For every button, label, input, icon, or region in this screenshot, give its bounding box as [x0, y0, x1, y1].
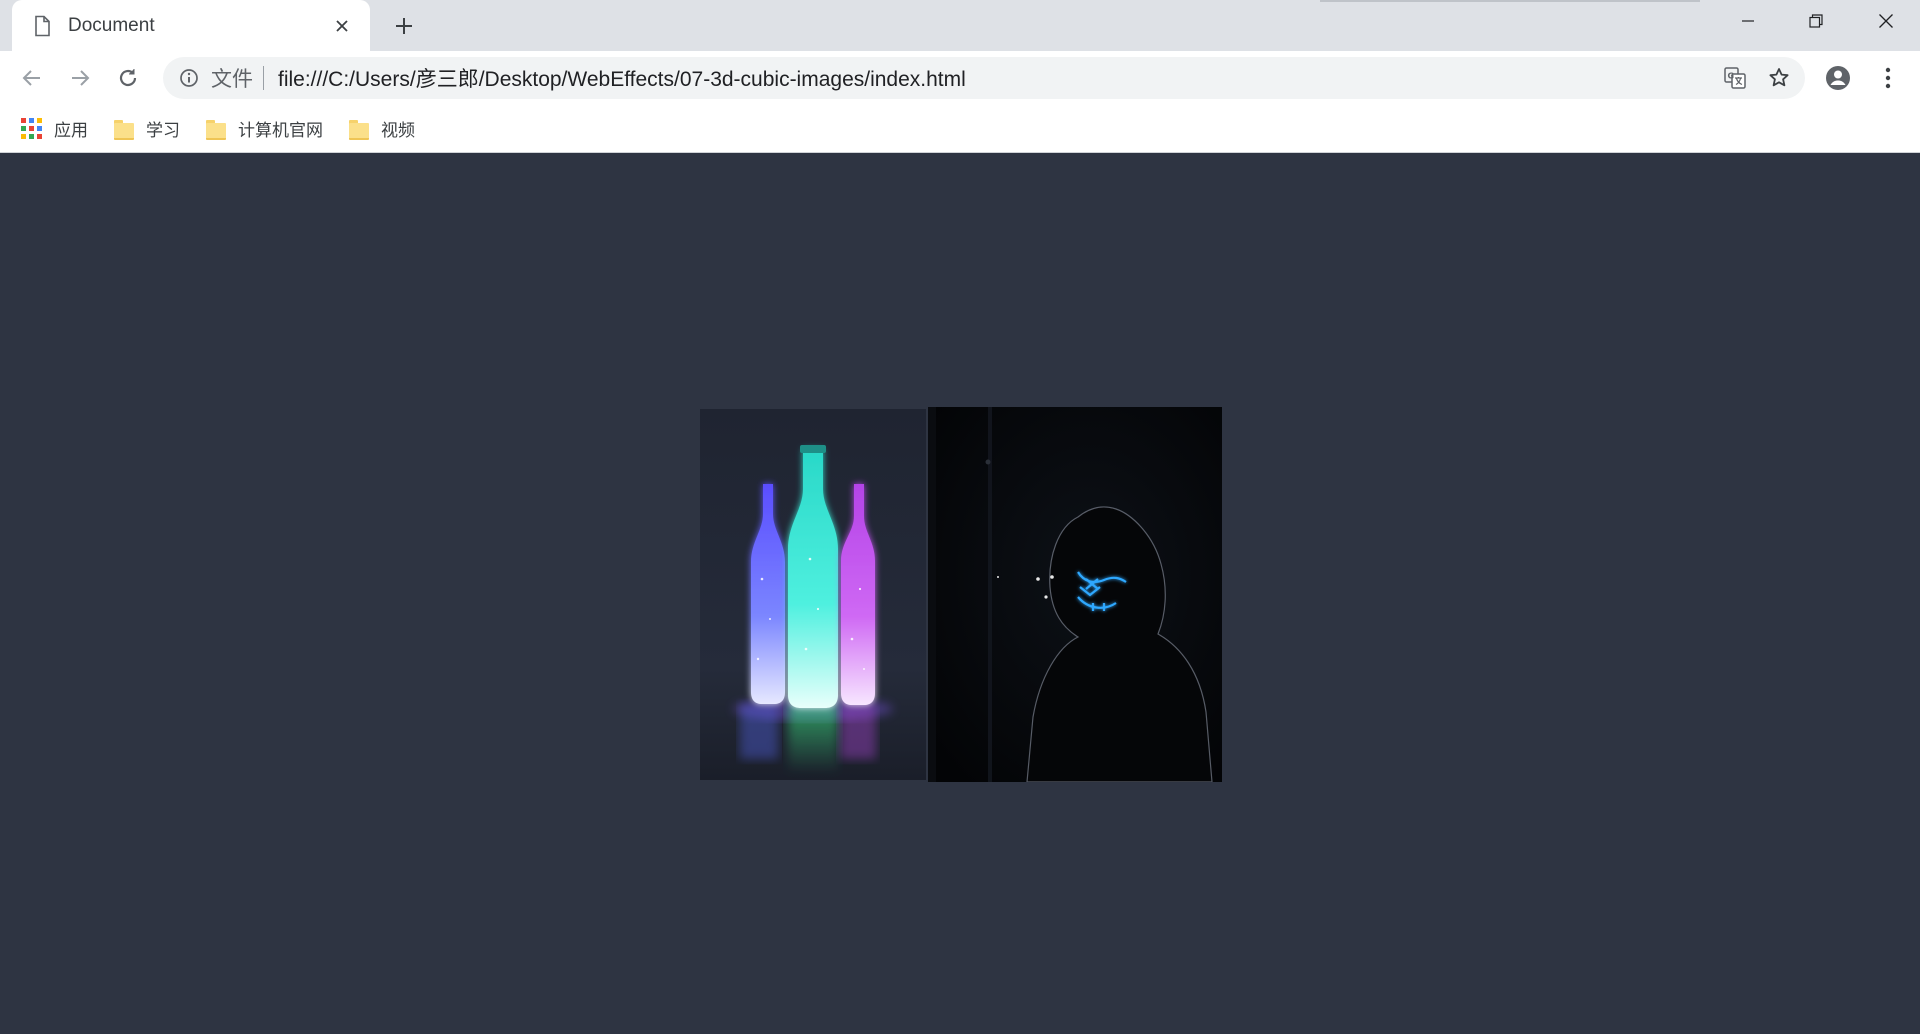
reload-icon [119, 69, 137, 87]
bookmark-star-button[interactable] [1761, 60, 1797, 96]
reload-button[interactable] [110, 60, 146, 96]
apps-grid-icon [20, 118, 42, 140]
tab-title: Document [68, 14, 155, 36]
close-window-button[interactable] [1852, 0, 1920, 42]
restore-icon [1809, 14, 1823, 28]
folder-icon [206, 119, 226, 140]
minimize-icon [1742, 20, 1754, 22]
new-tab-button[interactable] [388, 10, 420, 42]
translate-button[interactable]: G [1717, 60, 1753, 96]
svg-text:G: G [1728, 72, 1735, 81]
address-bar[interactable]: 文件 file:///C:/Users/彦三郎/Desktop/WebEffec… [163, 57, 1805, 99]
info-icon [180, 69, 198, 87]
restore-button[interactable] [1782, 0, 1850, 42]
translate-icon: G [1724, 67, 1746, 89]
glowing-bottles-image [700, 409, 926, 780]
profile-button[interactable] [1820, 60, 1856, 96]
site-info-button[interactable] [177, 66, 201, 90]
more-vert-icon [1885, 67, 1891, 89]
bookmark-label: 计算机官网 [238, 121, 323, 140]
browser-toolbar: 文件 file:///C:/Users/彦三郎/Desktop/WebEffec… [0, 51, 1920, 105]
url-scheme-label: 文件 [211, 68, 253, 91]
close-tab-button[interactable] [328, 12, 356, 40]
hooded-figure-image [928, 407, 1222, 782]
window-edge-shadow [1320, 0, 1700, 2]
folder-icon [349, 119, 369, 140]
close-icon [1879, 14, 1893, 28]
url-text[interactable]: file:///C:/Users/彦三郎/Desktop/WebEffects/… [278, 63, 1717, 93]
bookmark-folder-computer-sites[interactable]: 计算机官网 [206, 113, 323, 145]
arrow-left-icon [22, 70, 40, 86]
bookmark-folder-video[interactable]: 视频 [349, 113, 415, 145]
bookmark-label: 视频 [381, 121, 415, 140]
tab-document[interactable]: Document [12, 0, 370, 51]
forward-button[interactable] [62, 60, 98, 96]
document-icon [35, 15, 50, 36]
page-viewport [0, 153, 1920, 1034]
bookmark-label: 学习 [146, 121, 180, 140]
plus-icon [396, 18, 412, 34]
folder-icon [114, 119, 134, 140]
account-icon [1826, 66, 1850, 90]
bookmark-apps[interactable]: 应用 [20, 113, 88, 145]
browser-menu-button[interactable] [1870, 60, 1906, 96]
bookmarks-bar: 应用 学习 计算机官网 视频 [0, 105, 1920, 153]
minimize-button[interactable] [1714, 0, 1782, 42]
url-separator [263, 66, 264, 90]
back-button[interactable] [14, 60, 50, 96]
close-icon [336, 19, 348, 32]
arrow-right-icon [72, 70, 90, 86]
bookmark-folder-study[interactable]: 学习 [114, 113, 180, 145]
star-icon [1769, 68, 1789, 87]
tab-strip: Document [0, 0, 1920, 51]
bookmark-label: 应用 [54, 121, 88, 140]
